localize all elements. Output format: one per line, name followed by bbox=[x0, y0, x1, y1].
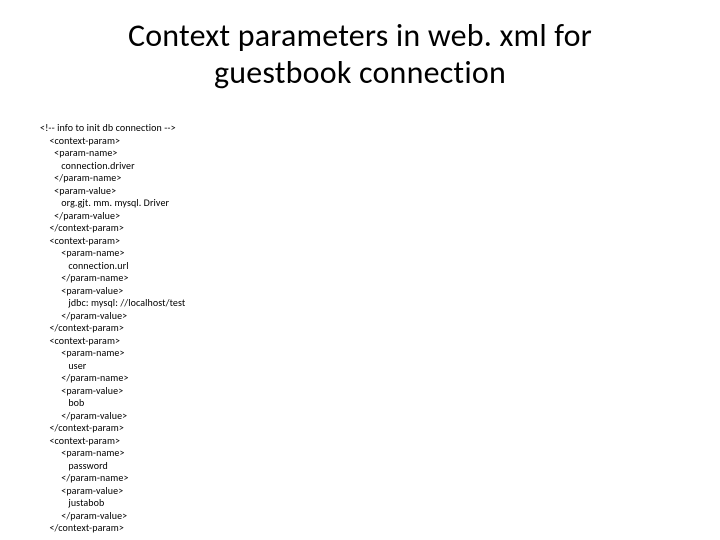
slide-title: Context parameters in web. xml for guest… bbox=[0, 0, 720, 96]
xml-code-block: <!-- info to init db connection --> <con… bbox=[40, 122, 185, 535]
slide: Context parameters in web. xml for guest… bbox=[0, 0, 720, 540]
